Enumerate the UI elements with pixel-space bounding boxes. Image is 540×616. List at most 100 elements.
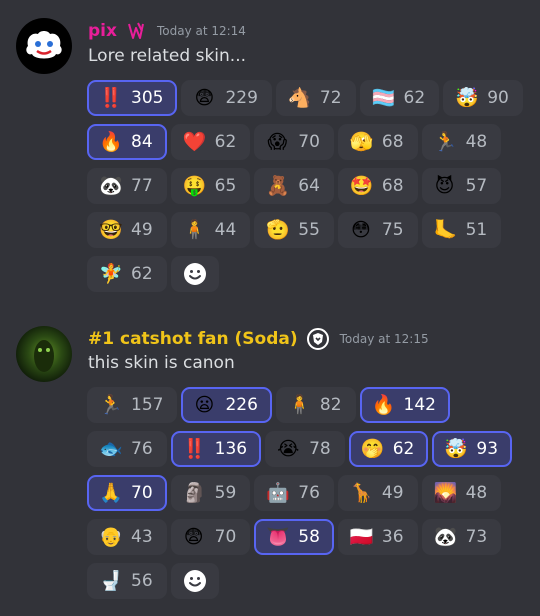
reaction-money-mouth-face[interactable]: 🤑 65 [170,168,251,204]
reaction-count: 93 [476,439,499,459]
reaction-custom-panda-face[interactable]: 🐼 77 [87,168,167,204]
custom-character-sprite-icon: 🧸 [266,174,290,197]
folded-hands-icon: 🙏 [99,481,123,504]
reaction-moai[interactable]: 🗿 59 [170,475,251,511]
reaction-custom-fish[interactable]: 🐟 76 [87,431,167,467]
reaction-count: 62 [403,88,426,108]
reaction-giraffe[interactable]: 🦒 49 [337,475,418,511]
reaction-mind-blown[interactable]: 🤯 93 [432,431,513,467]
reaction-horse-head[interactable]: 🐴 72 [275,80,356,116]
reaction-custom-running-figure[interactable]: 🏃 48 [421,124,502,160]
reaction-foot[interactable]: 🦶 51 [421,212,502,248]
custom-pink-character-icon: 🧚 [99,262,123,285]
reaction-count: 44 [214,220,237,240]
reaction-hand-over-mouth[interactable]: 🤭 62 [348,431,429,467]
reaction-custom-tongue-mouth[interactable]: 👅 58 [254,519,334,555]
reaction-custom-pink-character[interactable]: 🧚 62 [87,256,167,292]
reaction-fire[interactable]: 🔥 142 [359,387,450,423]
foot-icon: 🦶 [433,218,458,241]
message-header: pix Today at 12:14 [88,20,246,42]
reaction-star-struck[interactable]: 🤩 68 [337,168,418,204]
reaction-loudly-crying-face[interactable]: 😭 78 [265,431,345,467]
reaction-folded-hands[interactable]: 🙏 70 [87,475,167,511]
reaction-count: 84 [131,132,153,152]
reaction-count: 43 [131,527,153,547]
reaction-count: 82 [319,395,342,415]
reaction-count: 62 [392,439,415,459]
custom-scene-image-icon: 🌄 [433,481,458,504]
reaction-custom-running-figure[interactable]: 🏃 157 [87,387,178,423]
reaction-count: 78 [309,439,331,459]
reaction-custom-character-sprite[interactable]: 🧸 64 [254,168,334,204]
reaction-custom-standing-figure[interactable]: 🧍 44 [170,212,251,248]
custom-screaming-face-icon: 😱 [267,130,288,153]
avatar[interactable] [16,18,72,74]
reaction-count: 305 [131,88,164,108]
reaction-custom-panda-face[interactable]: 🐼 73 [421,519,502,555]
reaction-count: 229 [225,88,258,108]
reaction-fearful-face[interactable]: 😨 229 [181,80,272,116]
ghost-avatar-icon [26,31,62,59]
reaction-count: 136 [214,439,248,459]
reaction-nerd-face[interactable]: 🤓 49 [87,212,167,248]
message-text: Lore related skin... [88,46,246,66]
reaction-red-heart[interactable]: ❤️ 62 [170,124,251,160]
reaction-count: 36 [381,527,404,547]
reaction-count: 75 [381,220,404,240]
reaction-saluting-face[interactable]: 🫡 55 [254,212,334,248]
timestamp[interactable]: Today at 12:15 [340,332,429,346]
reaction-count: 72 [319,88,342,108]
reaction-custom-blue-character[interactable]: 🤖 76 [254,475,334,511]
avatar[interactable] [16,326,72,382]
username[interactable]: #1 catshot fan (Soda) [88,329,298,349]
reaction-transgender-flag[interactable]: 🏳️‍⚧️ 62 [359,80,440,116]
loudly-crying-face-icon: 😭 [277,437,300,460]
reaction-bar: ‼️ 305 😨 229 🐴 72 🏳️‍⚧️ 62 🤯 90 🔥 84 ❤️ 62 😱 70 🫣 68 🏃 48 🐼 7… [87,80,527,292]
reaction-custom-screaming-face[interactable]: 😱 70 [254,124,334,160]
reaction-count: 157 [131,395,164,415]
add-reaction-button[interactable] [170,563,219,599]
reaction-count: 49 [131,220,153,240]
reaction-count: 73 [465,527,488,547]
reaction-mind-blown[interactable]: 🤯 90 [443,80,523,116]
reaction-custom-scene-image[interactable]: 🌄 48 [421,475,502,511]
reaction-frowning-open-mouth[interactable]: 😦 226 [181,387,272,423]
chat-log: pix Today at 12:14 Lore related skin... … [0,0,540,616]
add-reaction-smiley-icon [183,263,206,285]
reaction-count: 59 [214,483,237,503]
reaction-smiling-devil[interactable]: 😈 57 [421,168,502,204]
reaction-double-exclamation[interactable]: ‼️ 305 [87,80,178,116]
double-exclamation-icon: ‼️ [99,86,123,109]
frowning-open-mouth-icon: 😦 [194,393,215,416]
double-exclamation-icon: ‼️ [182,437,207,460]
custom-wide-eyes-icon: 😳 [351,218,371,241]
reaction-count: 48 [465,132,488,152]
reaction-peeking-face[interactable]: 🫣 68 [337,124,418,160]
reaction-fearful-face[interactable]: 😨 70 [170,519,251,555]
reaction-toilet[interactable]: 🚽 56 [87,563,167,599]
reaction-double-exclamation[interactable]: ‼️ 136 [170,431,262,467]
reaction-count: 77 [131,176,153,196]
transgender-flag-icon: 🏳️‍⚧️ [371,86,396,109]
username[interactable]: pix [88,21,117,41]
reaction-count: 142 [403,395,436,415]
reaction-count: 70 [214,527,237,547]
flag-poland-icon: 🇵🇱 [349,525,374,548]
reaction-older-man[interactable]: 👴 43 [87,519,167,555]
reaction-count: 56 [131,571,153,591]
dark-figure-avatar-icon [34,340,54,372]
reaction-fire[interactable]: 🔥 84 [87,124,167,160]
reaction-count: 65 [214,176,237,196]
reaction-custom-wide-eyes[interactable]: 😳 75 [337,212,418,248]
horse-head-icon: 🐴 [287,86,312,109]
reaction-count: 62 [131,264,153,284]
moai-icon: 🗿 [182,481,207,504]
add-reaction-button[interactable] [170,256,219,292]
reaction-count: 68 [381,132,404,152]
reaction-custom-standing-figure[interactable]: 🧍 82 [275,387,356,423]
fearful-face-icon: 😨 [194,86,215,109]
reaction-flag-poland[interactable]: 🇵🇱 36 [337,519,418,555]
reaction-count: 55 [298,220,320,240]
timestamp[interactable]: Today at 12:14 [157,24,246,38]
fire-icon: 🔥 [99,130,123,153]
